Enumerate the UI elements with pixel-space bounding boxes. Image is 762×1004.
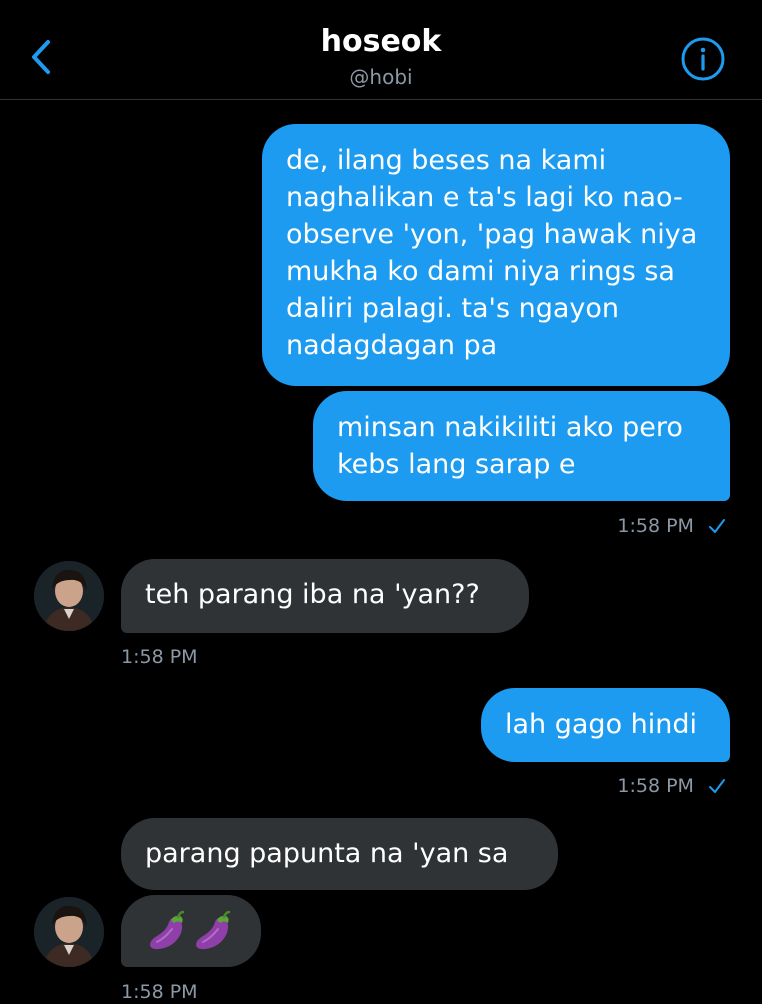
info-icon xyxy=(681,37,725,81)
message-bubble-outgoing[interactable]: minsan nakikiliti ako pero kebs lang sar… xyxy=(313,391,730,501)
conversation-handle[interactable]: @hobi xyxy=(0,64,762,90)
timestamp-text: 1:58 PM xyxy=(617,775,694,797)
conversation-name[interactable]: hoseok xyxy=(0,24,762,60)
avatar[interactable] xyxy=(34,561,104,631)
avatar-image xyxy=(34,561,104,631)
message-bubble-outgoing[interactable]: lah gago hindi xyxy=(481,688,730,762)
message-bubble-outgoing[interactable]: de, ilang beses na kami naghalikan e ta'… xyxy=(262,124,730,386)
sent-check-icon xyxy=(709,519,725,533)
message-bubble-incoming[interactable]: 🍆🍆 xyxy=(121,895,261,967)
avatar-image xyxy=(34,897,104,967)
sent-check-icon xyxy=(709,779,725,793)
message-timestamp: 1:58 PM xyxy=(121,981,198,1003)
avatar[interactable] xyxy=(34,897,104,967)
eggplant-icon xyxy=(150,910,185,950)
message-timestamp: 1:58 PM xyxy=(121,646,198,668)
timestamp-text: 1:58 PM xyxy=(617,515,694,537)
message-bubble-incoming[interactable]: parang papunta na 'yan sa xyxy=(121,818,558,890)
message-bubble-incoming[interactable]: teh parang iba na 'yan?? xyxy=(121,559,529,633)
message-timestamp: 1:58 PM xyxy=(617,514,726,538)
eggplant-icon xyxy=(196,910,231,950)
conversation-header: hoseok @hobi xyxy=(0,0,762,100)
message-timestamp: 1:58 PM xyxy=(617,774,726,798)
info-button[interactable] xyxy=(680,36,726,82)
